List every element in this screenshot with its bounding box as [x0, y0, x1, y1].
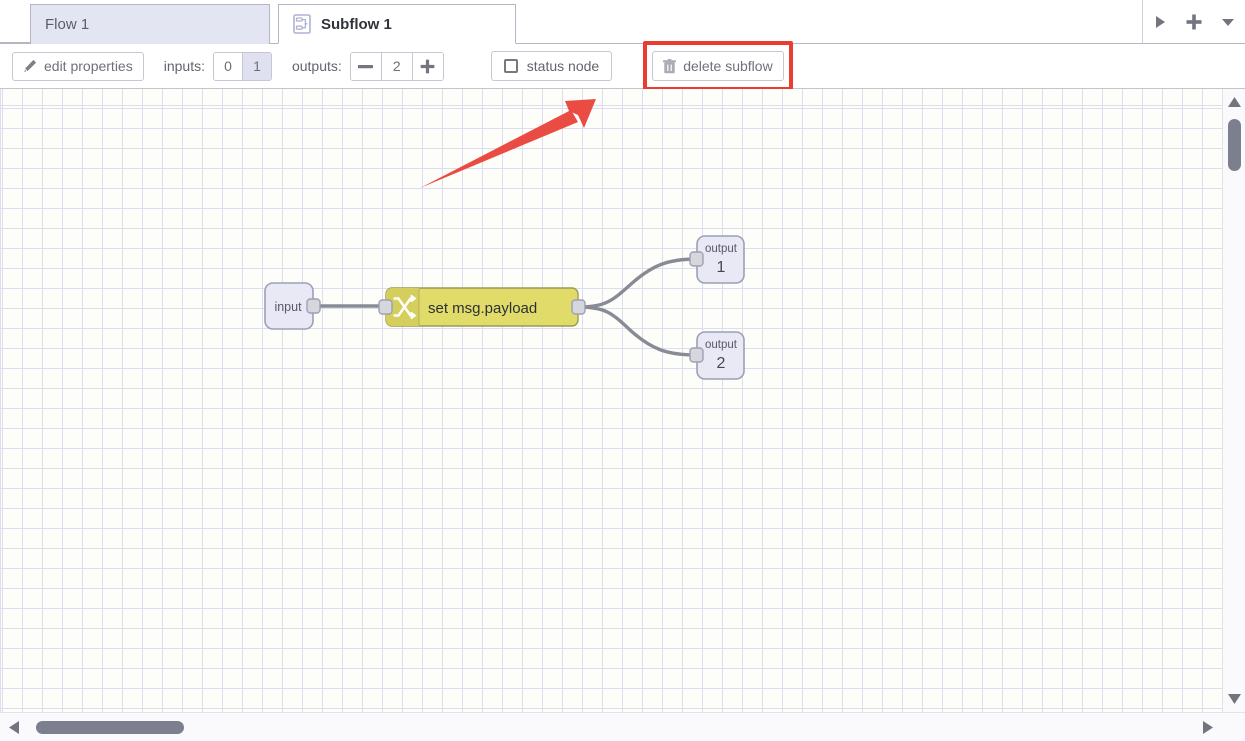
tab-bar-left-edge: [0, 0, 30, 43]
subflow-output-node-1[interactable]: output 1: [690, 236, 744, 283]
tab-bar-tools: [1142, 0, 1245, 43]
checkbox-box-icon: [504, 59, 518, 73]
port-out-change-node[interactable]: [572, 300, 585, 314]
delete-subflow-label: delete subflow: [683, 58, 773, 74]
wire-change-to-output-2: [579, 307, 697, 355]
horizontal-scrollbar[interactable]: [0, 712, 1245, 741]
triangle-up-icon[interactable]: [1227, 95, 1242, 109]
edit-properties-label: edit properties: [44, 58, 133, 74]
subflow-output-node-2[interactable]: output 2: [690, 332, 744, 379]
subflow-icon: [293, 14, 311, 34]
outputs-stepper: 2: [350, 52, 444, 81]
triangle-down-icon[interactable]: [1227, 692, 1242, 706]
subflow-output-1-index: 1: [717, 259, 726, 276]
tab-flow-1[interactable]: Flow 1: [30, 4, 270, 44]
subflow-input-label: input: [274, 300, 302, 314]
plus-icon[interactable]: [1181, 9, 1207, 35]
node-red-editor: Flow 1 Subflow 1: [0, 0, 1245, 741]
subflow-output-2-label: output: [705, 339, 738, 351]
outputs-label: outputs:: [292, 58, 342, 74]
port-in-change-node[interactable]: [379, 300, 392, 314]
outputs-value: 2: [381, 53, 413, 80]
pencil-icon: [23, 59, 37, 73]
triangle-right-icon[interactable]: [1147, 9, 1173, 35]
port-out-input-node[interactable]: [307, 299, 320, 313]
chevron-down-icon[interactable]: [1215, 9, 1241, 35]
change-node-label: set msg.payload: [428, 300, 537, 317]
vertical-scrollbar-thumb[interactable]: [1228, 119, 1241, 171]
change-node[interactable]: set msg.payload: [379, 288, 585, 326]
tab-bar: Flow 1 Subflow 1: [0, 0, 1245, 44]
status-node-label: status node: [527, 58, 599, 74]
subflow-input-node[interactable]: input: [265, 283, 320, 329]
status-node-checkbox[interactable]: status node: [491, 51, 612, 81]
edit-properties-button[interactable]: edit properties: [12, 52, 144, 81]
tab-subflow-1-label: Subflow 1: [321, 16, 392, 33]
triangle-left-icon[interactable]: [7, 720, 21, 735]
inputs-option-0[interactable]: 0: [214, 53, 242, 80]
outputs-increment-button[interactable]: [413, 53, 443, 80]
tab-subflow-1[interactable]: Subflow 1: [278, 4, 516, 44]
tab-flow-1-label: Flow 1: [45, 16, 89, 33]
canvas-svg: input set msg.payload: [0, 89, 1222, 712]
annotation-arrow: [420, 99, 596, 188]
subflow-toolbar: edit properties inputs: 0 1 outputs: 2 s…: [0, 44, 1245, 89]
wire-change-to-output-1: [579, 259, 697, 307]
flow-canvas[interactable]: input set msg.payload: [0, 89, 1222, 712]
outputs-decrement-button[interactable]: [351, 53, 381, 80]
inputs-segmented-control[interactable]: 0 1: [213, 52, 272, 81]
vertical-scrollbar[interactable]: [1222, 89, 1245, 712]
subflow-output-2-index: 2: [717, 355, 726, 372]
port-in-output-node-2[interactable]: [690, 348, 703, 362]
inputs-option-1[interactable]: 1: [242, 53, 271, 80]
delete-subflow-wrapper: delete subflow: [652, 51, 784, 81]
horizontal-scrollbar-thumb[interactable]: [36, 721, 184, 734]
delete-subflow-button[interactable]: delete subflow: [652, 51, 784, 81]
triangle-right-icon[interactable]: [1201, 720, 1215, 735]
port-in-output-node-1[interactable]: [690, 252, 703, 266]
inputs-label: inputs:: [164, 58, 205, 74]
trash-icon: [663, 59, 676, 74]
subflow-output-1-label: output: [705, 243, 738, 255]
